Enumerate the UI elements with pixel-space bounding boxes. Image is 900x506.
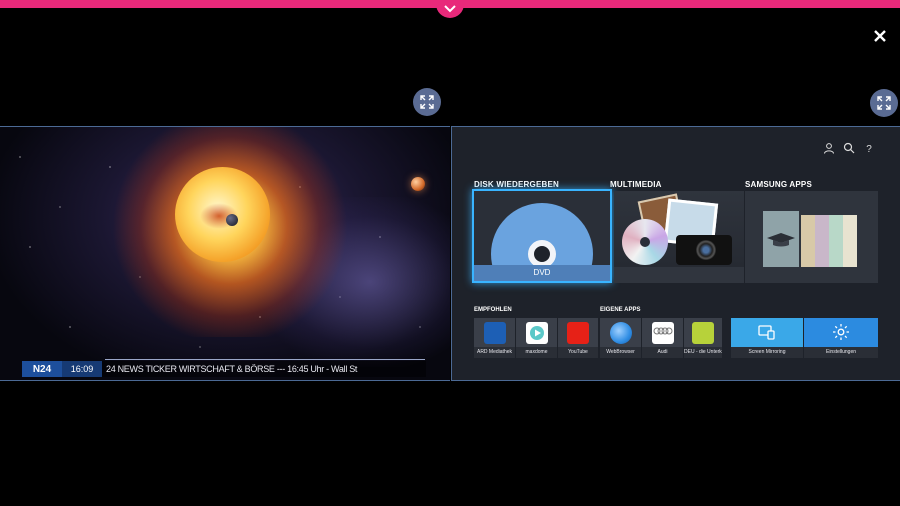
screen-mirroring-icon [758, 325, 775, 340]
multimedia-tile-footer [614, 267, 744, 283]
close-button[interactable] [870, 26, 890, 46]
planet-image [226, 214, 238, 226]
maxdome-icon [525, 322, 548, 344]
user-icon [824, 143, 834, 154]
expand-icon [877, 96, 891, 110]
small-planet-image [411, 177, 425, 191]
help-button[interactable]: ? [862, 141, 876, 155]
section-title-samsung-apps: SAMSUNG APPS [745, 180, 813, 189]
globe-icon [609, 322, 632, 344]
screen-mirroring-button[interactable]: Screen Mirroring [731, 318, 803, 358]
book-icon [829, 215, 843, 267]
gear-icon [833, 324, 849, 340]
app-ard-mediathek[interactable]: ARD Mediathek [474, 318, 515, 358]
graduation-cap-icon [767, 233, 795, 247]
collapse-handle[interactable] [436, 0, 464, 18]
help-icon: ? [866, 144, 872, 154]
close-icon [874, 30, 886, 42]
settings-button[interactable]: Einstellungen [804, 318, 878, 358]
smart-hub-pane: ? DISK WIEDERGEBEN MULTIMEDIA SAMSUNG AP… [451, 126, 900, 381]
camera-icon [676, 235, 732, 265]
broadcast-time: 16:09 [62, 361, 102, 377]
audi-icon [651, 322, 674, 344]
expand-left-button[interactable] [413, 88, 441, 116]
youtube-icon [567, 322, 589, 344]
samsung-apps-tile[interactable] [745, 191, 878, 283]
expand-right-button[interactable] [870, 89, 898, 117]
section-title-eigene-apps: EIGENE APPS [600, 307, 641, 313]
app-deu[interactable]: DEU - die Unterkunft am ARD und ZDF [684, 318, 722, 358]
search-icon [843, 142, 855, 154]
app-webbrowser[interactable]: WebBrowser [600, 318, 641, 358]
book-icon [801, 215, 815, 267]
channel-logo: N24 [22, 361, 62, 377]
ticker-text: 24 NEWS TICKER WIRTSCHAFT & BÖRSE --- 16… [102, 361, 426, 377]
dvd-tile[interactable]: DVD [472, 189, 612, 283]
news-ticker: N24 16:09 24 NEWS TICKER WIRTSCHAFT & BÖ… [22, 361, 426, 377]
app-youtube[interactable]: YouTube [558, 318, 598, 358]
book-icon [843, 215, 857, 267]
ard-icon [483, 322, 506, 344]
dvd-label: DVD [474, 265, 610, 281]
book-icon [815, 215, 829, 267]
section-title-multimedia: MULTIMEDIA [610, 180, 662, 189]
app-maxdome[interactable]: maxdome [516, 318, 557, 358]
tv-preview-pane[interactable]: N24 16:09 24 NEWS TICKER WIRTSCHAFT & BÖ… [0, 126, 450, 381]
app-audi[interactable]: Audi [642, 318, 683, 358]
svg-text:?: ? [866, 144, 872, 154]
ticker-divider [105, 359, 425, 360]
hub-toolbar: ? [822, 141, 876, 155]
cd-icon [622, 219, 668, 265]
user-button[interactable] [822, 141, 836, 155]
section-title-empfohlen: EMPFOHLEN [474, 307, 512, 313]
multimedia-tile[interactable] [614, 191, 744, 267]
deu-icon [692, 322, 714, 344]
section-title-disk: DISK WIEDERGEBEN [474, 180, 559, 189]
chevron-down-icon [444, 5, 456, 13]
search-button[interactable] [842, 141, 856, 155]
expand-icon [420, 95, 434, 109]
